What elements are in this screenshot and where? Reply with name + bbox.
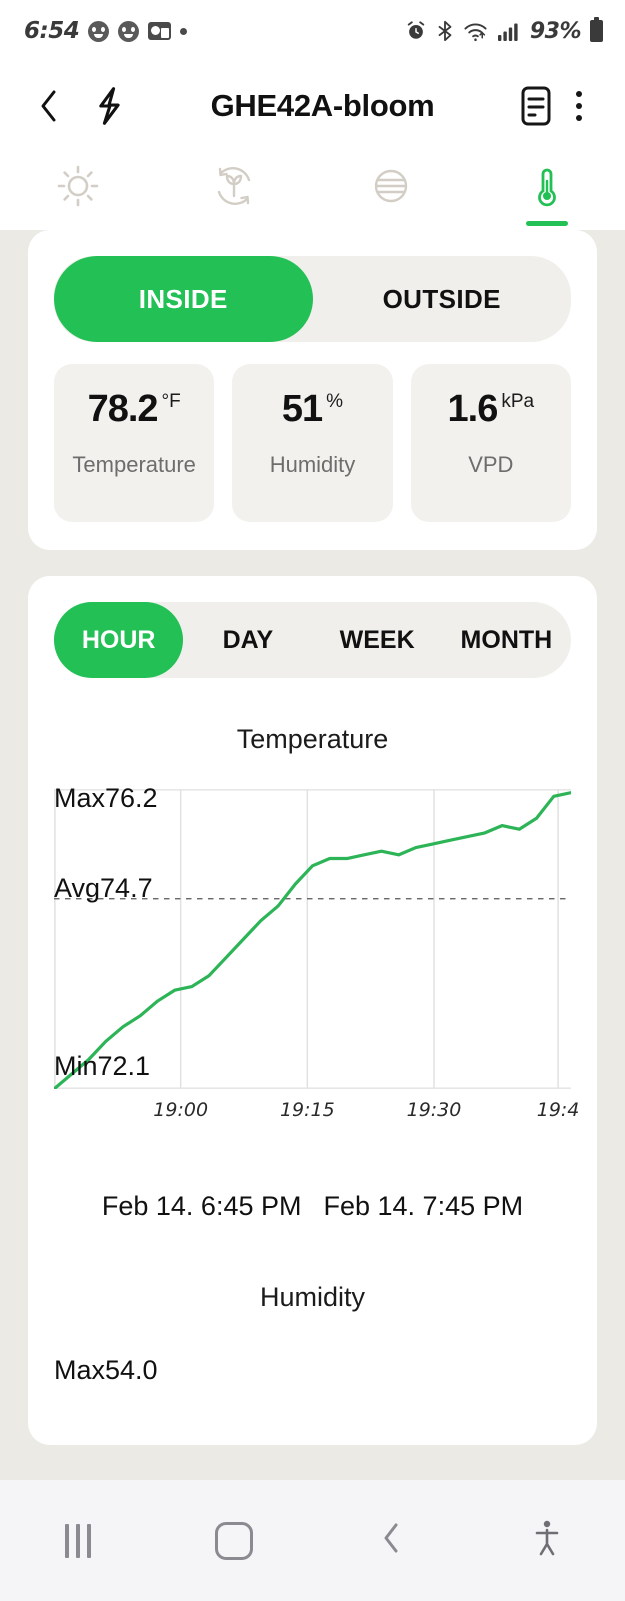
alarm-icon: [405, 20, 427, 42]
stat-value-row: 1.6 kPa: [448, 390, 535, 428]
toggle-inside[interactable]: INSIDE: [54, 256, 313, 342]
tab-light[interactable]: [0, 154, 156, 230]
thermometer-icon: [521, 160, 573, 217]
cellular-icon: [497, 20, 521, 42]
card-badge-icon: [148, 22, 172, 40]
bluetooth-icon: [436, 20, 454, 42]
tab-cycle[interactable]: [156, 154, 312, 230]
avatar-badge-icon: [88, 20, 110, 42]
android-nav-bar: [0, 1480, 625, 1601]
stat-value-row: 78.2 °F: [88, 390, 181, 428]
toggle-outside[interactable]: OUTSIDE: [313, 256, 572, 342]
app-header: GHE42A-bloom: [0, 62, 625, 150]
current-readings-card: INSIDE OUTSIDE 78.2 °F Temperature 51 % …: [28, 230, 597, 550]
home-button[interactable]: [156, 1521, 312, 1560]
stat-value-row: 51 %: [282, 390, 343, 428]
x-tick-label: 19:30: [406, 1099, 462, 1121]
fan-lines-icon: [365, 160, 417, 217]
humidity-chart[interactable]: Max54.0: [54, 1355, 571, 1435]
home-icon: [215, 1521, 254, 1560]
date-range-start: Feb 14. 6:45 PM: [101, 1191, 302, 1221]
humidity-max-label: Max54.0: [54, 1355, 158, 1385]
dot-icon: [180, 27, 188, 35]
page-title: GHE42A-bloom: [210, 88, 435, 123]
chart-x-axis: 19:00 19:15 19:30 19:4: [54, 1099, 579, 1137]
x-tick-label: 19:4: [536, 1099, 580, 1121]
recents-icon: [65, 1523, 92, 1558]
range-month[interactable]: MONTH: [442, 602, 571, 678]
location-toggle[interactable]: INSIDE OUTSIDE: [54, 256, 571, 342]
status-bar-right: 93%: [405, 17, 603, 44]
range-hour[interactable]: HOUR: [54, 602, 184, 678]
accessibility-icon: [531, 1518, 563, 1563]
x-tick-label: 19:00: [153, 1099, 209, 1121]
recents-button[interactable]: [0, 1523, 156, 1558]
stat-vpd[interactable]: 1.6 kPa VPD: [410, 364, 571, 522]
chart-min-label: Min72.1: [54, 1051, 151, 1081]
battery-percent: 93%: [529, 18, 582, 44]
mode-tabs: [0, 150, 625, 230]
nav-back-icon: [378, 1520, 404, 1561]
kebab-menu-icon[interactable]: [559, 91, 599, 121]
sun-icon: [52, 160, 104, 217]
active-tab-indicator: [525, 221, 568, 226]
chart-max-label: Max76.2: [54, 783, 158, 813]
stat-humidity[interactable]: 51 % Humidity: [232, 364, 393, 522]
humidity-chart-title: Humidity: [259, 1282, 366, 1312]
stat-unit: %: [326, 391, 344, 412]
tab-ventilation[interactable]: [313, 154, 469, 230]
document-notes-icon[interactable]: [513, 83, 559, 129]
temperature-chart[interactable]: Max76.2 Avg74.7 Min72.1: [54, 783, 571, 1089]
stat-value: 1.6: [447, 388, 499, 430]
tab-climate[interactable]: [469, 154, 625, 230]
stat-tiles: 78.2 °F Temperature 51 % Humidity 1.6 kP…: [54, 364, 571, 522]
nav-back-button[interactable]: [313, 1520, 469, 1561]
plant-cycle-icon: [208, 160, 260, 217]
chart-avg-label: Avg74.7: [54, 873, 153, 903]
charts-card: HOUR DAY WEEK MONTH Temperature Max76.2 …: [28, 576, 597, 1445]
stat-label: Temperature: [72, 452, 196, 477]
chart-x-tick-labels: 19:00 19:15 19:30 19:4: [54, 1099, 579, 1129]
x-tick-label: 19:15: [279, 1099, 335, 1121]
stat-temperature[interactable]: 78.2 °F Temperature: [54, 364, 215, 522]
lightning-bolt-icon[interactable]: [86, 83, 132, 129]
stat-label: VPD: [468, 452, 514, 477]
accessibility-button[interactable]: [469, 1518, 625, 1563]
status-time: 6:54: [24, 18, 80, 44]
scroll-content[interactable]: INSIDE OUTSIDE 78.2 °F Temperature 51 % …: [0, 230, 625, 1480]
battery-icon: [590, 17, 603, 42]
stat-unit: kPa: [501, 391, 535, 412]
stat-value: 78.2: [87, 388, 159, 430]
status-bar: 6:54 93%: [0, 0, 625, 62]
range-day[interactable]: DAY: [183, 602, 312, 678]
temperature-chart-title: Temperature: [236, 724, 389, 754]
status-bar-left: 6:54: [24, 18, 188, 44]
wifi-icon: [463, 20, 488, 42]
back-button[interactable]: [26, 83, 72, 129]
stat-label: Humidity: [269, 452, 356, 477]
temperature-chart-svg: [54, 789, 571, 1089]
date-range-end: Feb 14. 7:45 PM: [323, 1191, 524, 1221]
stat-value: 51: [281, 388, 323, 430]
range-week[interactable]: WEEK: [313, 602, 442, 678]
chart-date-range: Feb 14. 6:45 PM Feb 14. 7:45 PM: [54, 1191, 571, 1222]
avatar-badge-icon-2: [118, 20, 140, 42]
stat-unit: °F: [161, 391, 181, 412]
range-selector[interactable]: HOUR DAY WEEK MONTH: [54, 602, 571, 678]
